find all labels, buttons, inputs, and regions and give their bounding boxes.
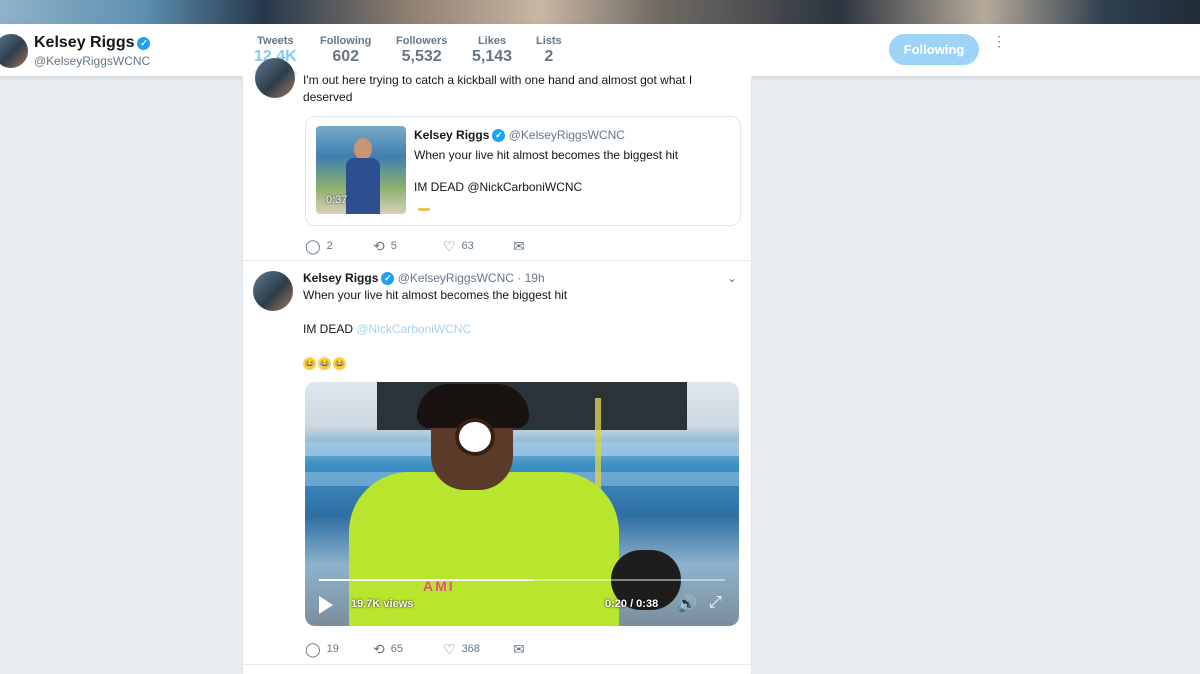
stat-value: 2: [544, 48, 554, 65]
stat-value: 602: [332, 48, 360, 65]
profile-name[interactable]: Kelsey Riggs ✓: [34, 34, 151, 52]
reply-icon: ◯: [305, 238, 321, 254]
more-options-icon[interactable]: ⋮: [992, 34, 1006, 58]
video-time: 0:20 / 0:38: [605, 598, 659, 610]
stat-label: Followers: [396, 35, 448, 47]
tweet-text-line: I'm out here trying to catch a kickball …: [303, 73, 693, 87]
video-progress-fill: [319, 579, 533, 581]
stat-value: 5,532: [401, 48, 442, 65]
play-icon[interactable]: [319, 596, 333, 614]
tweet-author[interactable]: Kelsey Riggs ✓ @KelseyRiggsWCNC · 19h: [303, 271, 545, 285]
like-count: 368: [461, 643, 480, 655]
quoted-text: When your live hit almost becomes the bi…: [414, 148, 679, 162]
profile-nav: Kelsey Riggs ✓ @KelseyRiggsWCNC Tweets 12…: [0, 24, 1200, 77]
video-stadium-stripe: [305, 442, 739, 456]
dm-action[interactable]: ✉: [513, 641, 531, 658]
mention-link[interactable]: @NickCarboniWCNC: [356, 322, 471, 336]
verified-icon: ✓: [381, 272, 395, 285]
retweet-action[interactable]: ⟲ 65: [373, 641, 403, 658]
fullscreen-icon[interactable]: ⤢: [709, 594, 722, 612]
stat-followers[interactable]: Followers 5,532: [396, 35, 447, 66]
tweet-text-line: deserved: [303, 90, 353, 104]
reply-count: 19: [326, 643, 339, 655]
tweet-text-prefix: IM DEAD: [303, 322, 354, 336]
verified-icon: ✓: [492, 129, 506, 142]
video-mouth: [455, 418, 495, 456]
quoted-tweet[interactable]: 0:37 Kelsey Riggs ✓ @KelseyRiggsWCNC When…: [305, 116, 741, 226]
laughing-emoji-icon: 😂: [303, 357, 316, 370]
like-icon: ♡: [443, 641, 456, 657]
retweet-action[interactable]: ⟲ 5: [373, 238, 397, 255]
video-player[interactable]: AMI 19.7K views 0:20 / 0:38 🔊 ⤢: [305, 382, 739, 626]
stat-following[interactable]: Following 602: [320, 35, 371, 66]
like-icon: ♡: [443, 238, 456, 254]
thumbnail-reporter: [346, 138, 380, 214]
profile-banner: [0, 0, 1200, 24]
dm-action[interactable]: ✉: [513, 238, 531, 255]
chevron-down-icon[interactable]: ⌄: [727, 271, 737, 285]
retweet-count: 5: [390, 240, 397, 252]
reply-action[interactable]: ◯ 19: [305, 641, 339, 658]
following-button[interactable]: Following: [889, 34, 979, 65]
stat-value: 5,143: [472, 48, 513, 65]
tweet-text-2: IM DEAD @NickCarboniWCNC: [303, 321, 471, 338]
stat-likes[interactable]: Likes 5,143: [472, 35, 512, 66]
quoted-emoji-stub: [418, 208, 430, 211]
quoted-author-handle: @KelseyRiggsWCNC: [508, 128, 625, 142]
video-progress-bar[interactable]: [319, 579, 725, 581]
tweet-text: When your live hit almost becomes the bi…: [303, 288, 568, 302]
quoted-author-name: Kelsey Riggs: [414, 128, 490, 142]
like-action[interactable]: ♡ 63: [443, 238, 474, 255]
video-views: 19.7K views: [351, 598, 414, 610]
tweet-divider: [243, 260, 751, 261]
timeline: I'm out here trying to catch a kickball …: [242, 58, 752, 674]
retweet-count: 65: [390, 643, 403, 655]
verified-icon: ✓: [137, 37, 151, 50]
volume-icon[interactable]: 🔊: [677, 594, 697, 614]
emoji-row: 😂 😂 😂: [303, 354, 348, 371]
retweet-icon: ⟲: [373, 641, 385, 657]
thumbnail-head: [354, 138, 372, 160]
tweet-author-name: Kelsey Riggs: [303, 271, 379, 285]
profile-name-text: Kelsey Riggs: [34, 34, 135, 51]
dm-icon: ✉: [513, 238, 525, 254]
stat-lists[interactable]: Lists 2: [536, 35, 562, 66]
stat-label: Following: [320, 35, 372, 47]
stat-label: Lists: [536, 35, 562, 47]
like-count: 63: [461, 240, 474, 252]
dm-icon: ✉: [513, 641, 525, 657]
reply-count: 2: [326, 240, 333, 252]
quoted-author[interactable]: Kelsey Riggs ✓ @KelseyRiggsWCNC: [414, 128, 625, 142]
quoted-video-thumbnail[interactable]: 0:37: [316, 126, 406, 214]
tweet-timestamp[interactable]: · 19h: [517, 271, 544, 285]
quoted-text-2: IM DEAD @NickCarboniWCNC: [414, 180, 583, 194]
tweet-avatar[interactable]: [253, 271, 293, 311]
tweet-author-handle: @KelseyRiggsWCNC: [397, 271, 514, 285]
stat-label: Likes: [477, 35, 507, 47]
profile-avatar[interactable]: [0, 32, 30, 70]
tweet-divider: [243, 664, 751, 665]
thumbnail-duration: 0:37: [326, 194, 348, 206]
laughing-emoji-icon: 😂: [318, 357, 331, 370]
tweet-avatar[interactable]: [255, 58, 295, 98]
like-action[interactable]: ♡ 368: [443, 641, 480, 658]
stat-label: Tweets: [257, 35, 294, 47]
reply-action[interactable]: ◯ 2: [305, 238, 333, 255]
reply-icon: ◯: [305, 641, 321, 657]
retweet-icon: ⟲: [373, 238, 385, 254]
thumbnail-body: [346, 158, 380, 214]
profile-handle[interactable]: @KelseyRiggsWCNC: [34, 54, 150, 68]
laughing-emoji-icon: 😂: [333, 357, 346, 370]
